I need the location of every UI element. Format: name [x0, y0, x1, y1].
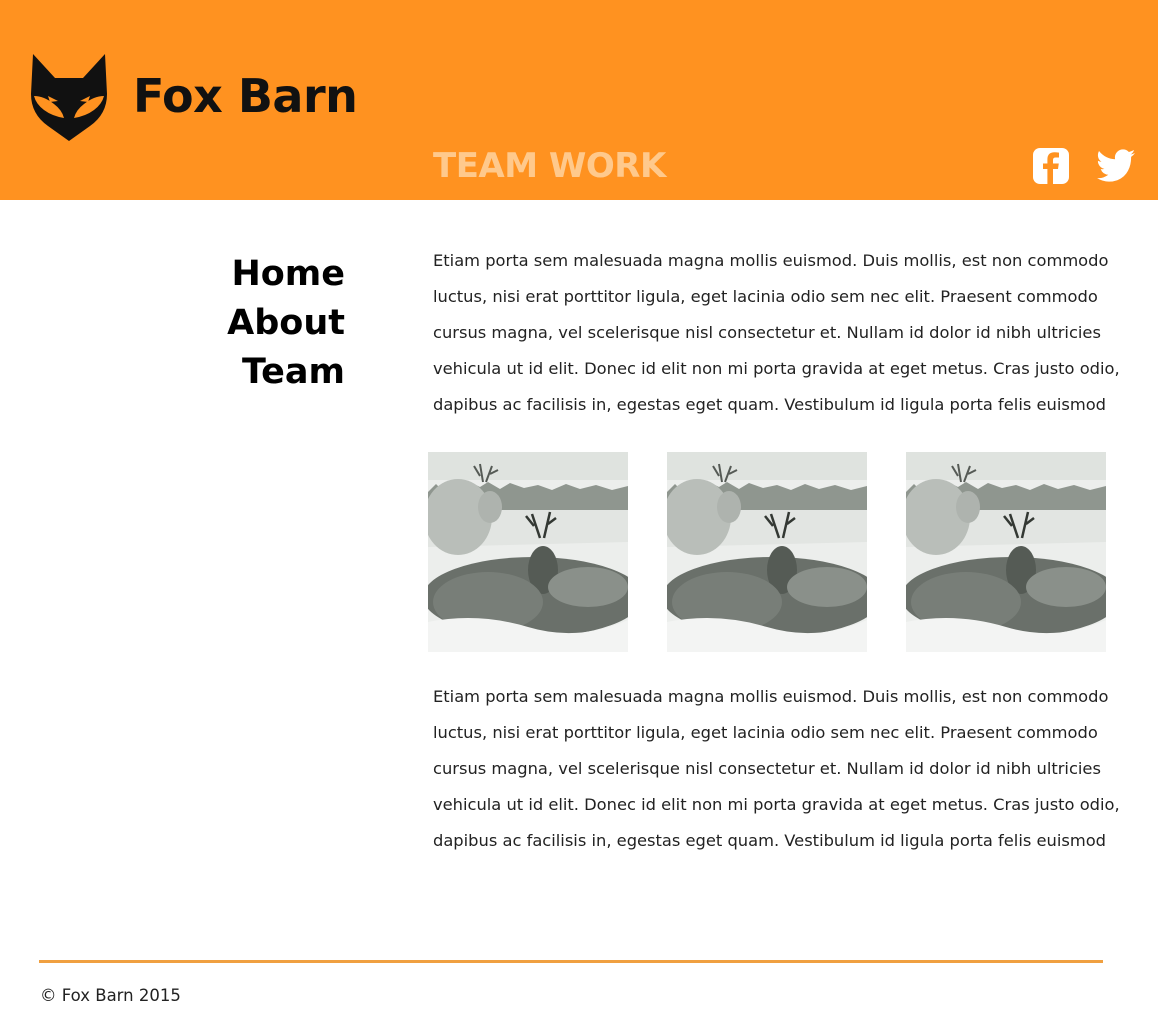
brand-name[interactable]: Fox Barn: [133, 66, 358, 126]
reindeer-photo-2: [667, 452, 867, 652]
body-paragraph-2: Etiam porta sem malesuada magna mollis e…: [433, 687, 1120, 850]
nav-item-team[interactable]: Team: [100, 348, 345, 397]
reindeer-photo-1: [428, 452, 628, 652]
site-header: Fox Barn TEAM WORK: [0, 0, 1158, 200]
footer-divider: [39, 960, 1103, 963]
reindeer-photo-3: [906, 452, 1106, 652]
nav-item-home[interactable]: Home: [100, 250, 345, 299]
facebook-icon[interactable]: [1033, 148, 1069, 184]
twitter-icon[interactable]: [1097, 149, 1135, 182]
nav-item-about[interactable]: About: [100, 299, 345, 348]
fox-head-icon[interactable]: [30, 52, 108, 142]
page-title: TEAM WORK: [433, 146, 666, 186]
footer-copyright: © Fox Barn 2015: [40, 986, 181, 1005]
main-nav: Home About Team: [100, 250, 345, 397]
body-paragraph-1: Etiam porta sem malesuada magna mollis e…: [433, 251, 1120, 414]
